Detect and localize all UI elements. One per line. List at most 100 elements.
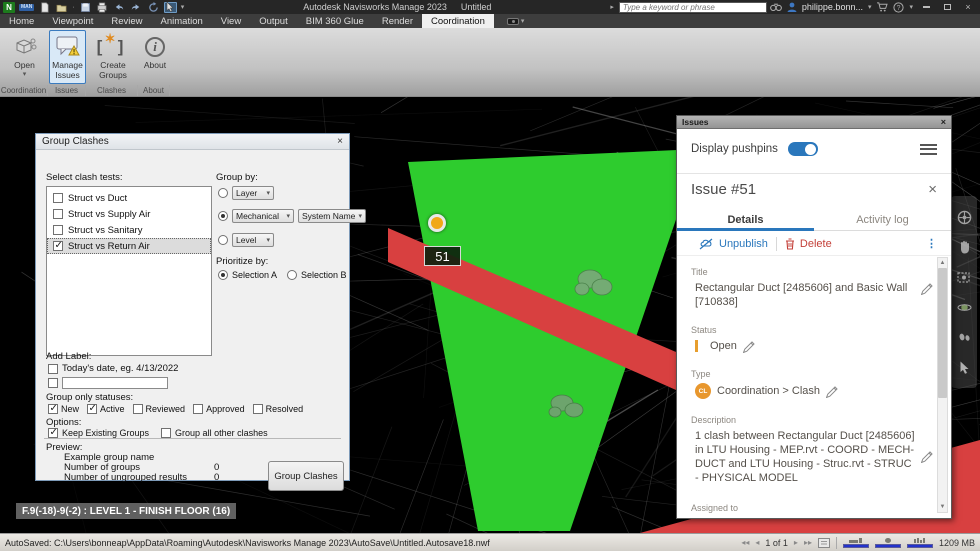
tab-output[interactable]: Output <box>250 14 297 28</box>
signed-in-user[interactable]: philippe.bonn... <box>802 2 863 12</box>
close-button[interactable]: × <box>960 2 976 13</box>
first-page-icon[interactable]: ◂◂ <box>741 538 749 547</box>
list-item[interactable]: Struct vs Sanitary <box>47 222 211 238</box>
new-document-icon[interactable] <box>38 2 51 13</box>
previous-page-icon[interactable]: ◂ <box>755 538 759 547</box>
help-dropdown-icon[interactable]: ▾ <box>909 3 913 11</box>
tab-view[interactable]: View <box>212 14 250 28</box>
radio[interactable] <box>218 211 228 221</box>
selection-a-radio[interactable] <box>218 270 228 280</box>
tab-home[interactable]: Home <box>0 14 43 28</box>
help-icon[interactable]: ? <box>893 1 905 13</box>
scroll-up-icon[interactable]: ▲ <box>940 258 946 268</box>
checkbox[interactable] <box>53 209 63 219</box>
issues-panel-close-icon[interactable]: × <box>941 117 946 127</box>
open-file-icon[interactable] <box>55 2 68 13</box>
status-resolved-checkbox[interactable] <box>252 404 263 414</box>
layer-dropdown[interactable]: Layer ▾ <box>232 186 274 200</box>
radio[interactable] <box>218 188 228 198</box>
save-icon[interactable] <box>79 2 92 13</box>
tab-coordination[interactable]: Coordination <box>422 14 494 28</box>
status-approved-checkbox[interactable] <box>193 404 204 414</box>
sheet-browser-icon[interactable] <box>817 537 830 548</box>
level-dropdown[interactable]: Level ▾ <box>232 233 274 247</box>
tab-activity-log[interactable]: Activity log <box>814 209 951 230</box>
about-button[interactable]: i About <box>140 30 170 84</box>
tab-viewpoint[interactable]: Viewpoint <box>43 14 102 28</box>
select-tool-icon[interactable] <box>163 1 177 13</box>
group-clashes-button[interactable]: Group Clashes <box>268 461 344 491</box>
next-page-icon[interactable]: ▸ <box>794 538 798 547</box>
tab-animation[interactable]: Animation <box>152 14 212 28</box>
store-cart-icon[interactable] <box>876 1 889 13</box>
tab-review[interactable]: Review <box>102 14 151 28</box>
list-item[interactable]: Struct vs Return Air <box>47 238 211 254</box>
radio[interactable] <box>218 235 228 245</box>
edit-description-icon[interactable] <box>921 451 933 463</box>
display-pushpins-toggle[interactable] <box>787 142 818 156</box>
create-groups-button[interactable]: [ ] ✶ Create Groups <box>88 30 138 84</box>
edit-status-icon[interactable] <box>742 341 755 353</box>
select-arrow-icon[interactable] <box>956 359 972 375</box>
menu-icon[interactable] <box>920 143 937 155</box>
issues-panel: Issues × Display pushpins Issue #51 × De… <box>676 115 952 519</box>
edit-title-icon[interactable] <box>921 283 933 295</box>
orbit-icon[interactable] <box>956 299 972 315</box>
record-camera-icon[interactable]: ▾ <box>502 14 530 28</box>
navisworks-logo-icon[interactable]: N <box>3 1 15 13</box>
status-active-checkbox[interactable] <box>87 403 98 414</box>
checkbox[interactable] <box>53 225 63 235</box>
custom-label-input[interactable] <box>62 377 168 389</box>
undo-icon[interactable] <box>113 2 126 13</box>
mechanical-dropdown[interactable]: Mechanical ▾ <box>232 209 294 223</box>
refresh-icon[interactable] <box>147 1 160 13</box>
minimize-button[interactable] <box>918 2 934 13</box>
issue-pushpin[interactable] <box>428 214 446 232</box>
list-item[interactable]: Struct vs Duct <box>47 190 211 206</box>
user-dropdown-icon[interactable]: ▾ <box>868 3 872 11</box>
system-name-dropdown[interactable]: System Name ▾ <box>298 209 366 223</box>
pan-hand-icon[interactable] <box>956 239 972 255</box>
tab-render[interactable]: Render <box>373 14 422 28</box>
issue-pushpin-label[interactable]: 51 <box>424 246 461 266</box>
checkbox[interactable] <box>53 240 63 251</box>
edit-type-icon[interactable] <box>826 386 838 398</box>
last-page-icon[interactable]: ▸▸ <box>804 538 812 547</box>
status-reviewed-checkbox[interactable] <box>132 404 143 414</box>
zoom-window-icon[interactable] <box>956 269 972 285</box>
delete-button[interactable]: Delete <box>785 238 832 250</box>
restore-button[interactable] <box>939 2 955 13</box>
custom-label-checkbox[interactable] <box>48 378 58 388</box>
clash-tests-list[interactable]: Struct vs Duct Struct vs Supply Air Stru… <box>46 186 212 356</box>
search-binoculars-icon[interactable] <box>769 1 782 13</box>
dialog-title-bar[interactable]: Group Clashes × <box>36 134 349 150</box>
tab-details[interactable]: Details <box>677 209 814 231</box>
group-all-other-checkbox[interactable] <box>161 428 172 438</box>
search-expand-icon[interactable]: ▸ <box>610 3 614 11</box>
scrollbar-thumb[interactable] <box>938 268 947 398</box>
todays-date-checkbox[interactable] <box>48 363 58 374</box>
user-avatar-icon[interactable] <box>787 1 797 13</box>
scrollbar[interactable]: ▲ ▼ <box>937 257 948 513</box>
look-around-icon[interactable] <box>956 329 972 345</box>
search-input[interactable] <box>618 1 767 13</box>
dialog-close-icon[interactable]: × <box>337 136 343 147</box>
steering-wheel-icon[interactable] <box>956 209 972 225</box>
selection-b-radio[interactable] <box>287 270 298 280</box>
status-new-checkbox[interactable] <box>48 403 58 414</box>
scroll-down-icon[interactable]: ▼ <box>940 502 946 512</box>
print-icon[interactable] <box>96 2 109 13</box>
open-button[interactable]: Open ▾ <box>2 30 47 84</box>
list-item[interactable]: Struct vs Supply Air <box>47 206 211 222</box>
checkbox[interactable] <box>53 193 63 203</box>
issues-panel-title-bar[interactable]: Issues × <box>677 116 951 129</box>
open-dropdown-icon[interactable]: · <box>72 4 74 11</box>
unpublish-button[interactable]: Unpublish <box>699 238 768 250</box>
clash-green-duct[interactable] <box>408 149 700 531</box>
more-options-icon[interactable]: ⋮ <box>926 237 937 250</box>
tab-bim360glue[interactable]: BIM 360 Glue <box>297 14 373 28</box>
issue-close-icon[interactable]: × <box>928 182 937 197</box>
redo-icon[interactable] <box>130 2 143 13</box>
keep-existing-groups-checkbox[interactable] <box>48 427 58 438</box>
manage-issues-button[interactable]: Manage Issues <box>49 30 86 84</box>
